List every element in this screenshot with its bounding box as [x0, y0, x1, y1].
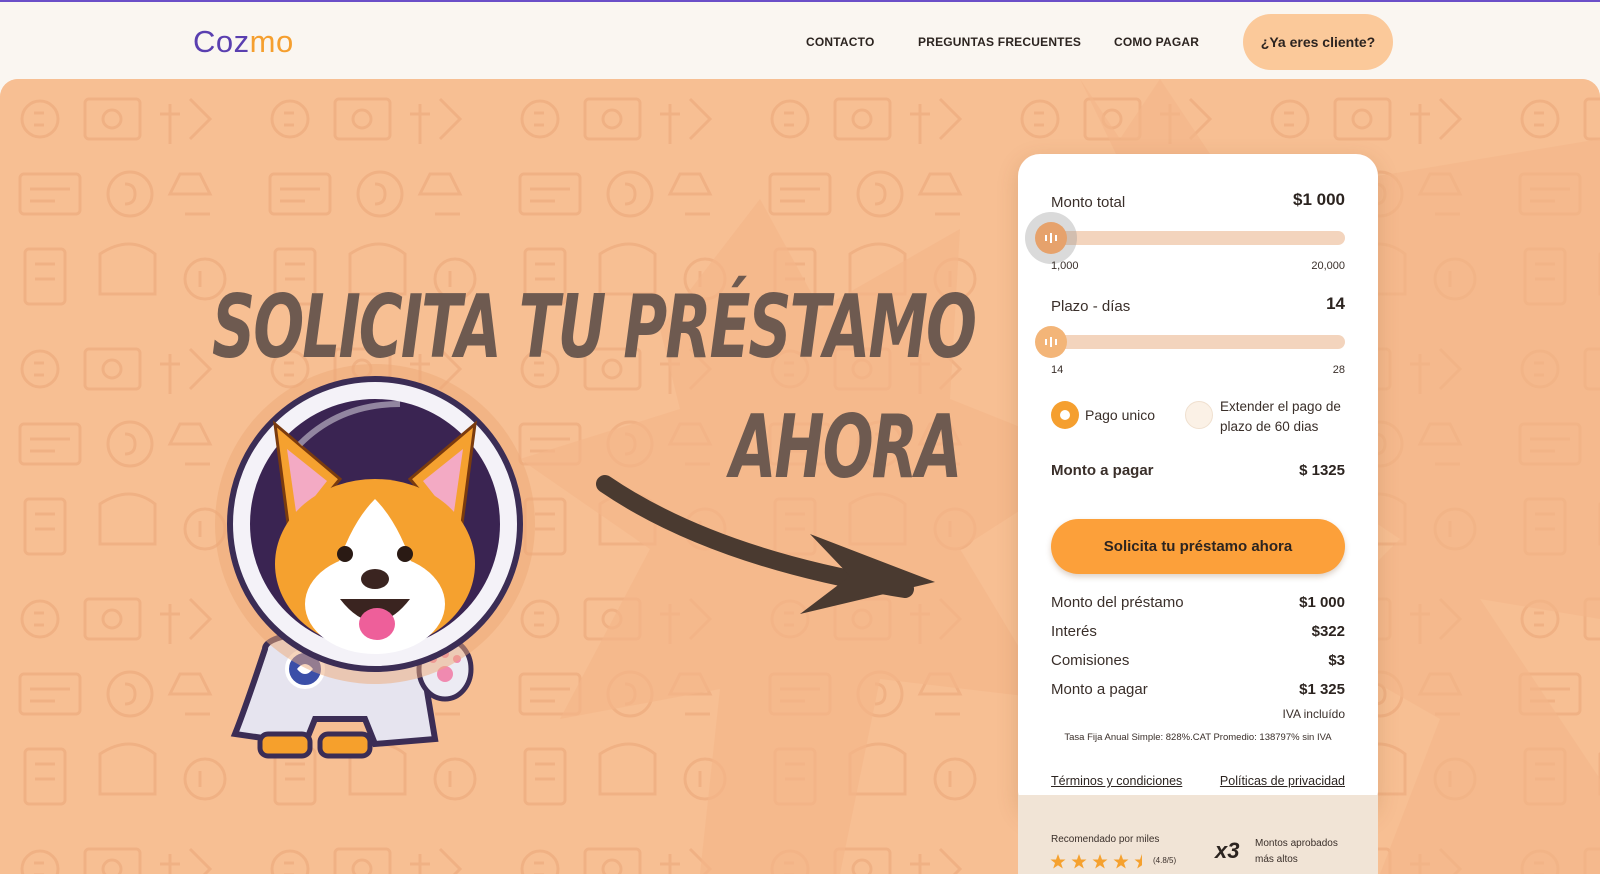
- breakdown-label-fees: Comisiones: [1051, 652, 1130, 669]
- site-header: Cozmo CONTACTO PREGUNTAS FRECUENTES COMO…: [0, 2, 1600, 79]
- amount-label: Monto total: [1051, 194, 1126, 211]
- rate-disclosure: Tasa Fija Anual Simple: 828%.CAT Promedi…: [1064, 732, 1332, 743]
- slider-grip-icon: [1045, 337, 1057, 347]
- payment-option-single-radio[interactable]: [1051, 401, 1079, 429]
- apply-loan-button[interactable]: Solicita tu préstamo ahora: [1051, 519, 1345, 574]
- breakdown-value-fees: $3: [1328, 652, 1345, 669]
- pointing-arrow-illustration: [596, 475, 935, 614]
- payment-option-single-label[interactable]: Pago unico: [1085, 407, 1155, 423]
- amount-value: $1 000: [1293, 190, 1345, 209]
- to-pay-label: Monto a pagar: [1051, 462, 1154, 479]
- term-slider-thumb[interactable]: [1035, 326, 1067, 358]
- breakdown-value-loan: $1 000: [1299, 594, 1345, 611]
- term-min-label: 14: [1051, 364, 1064, 376]
- amount-max-label: 20,000: [1311, 260, 1345, 272]
- amount-min-label: 1,000: [1051, 260, 1079, 272]
- payment-option-extend-radio[interactable]: [1185, 401, 1213, 429]
- breakdown-value-interest: $322: [1311, 623, 1345, 640]
- recommended-text: Recomendado por miles: [1051, 834, 1160, 845]
- breakdown-value-total: $1 325: [1299, 681, 1345, 698]
- term-max-label: 28: [1332, 364, 1345, 376]
- amount-slider-thumb[interactable]: [1035, 222, 1067, 254]
- corgi-astronaut-illustration: [215, 364, 535, 759]
- nav-preguntas-frecuentes[interactable]: PREGUNTAS FRECUENTES: [918, 35, 1081, 49]
- rating-value: (4.8/5): [1153, 856, 1177, 865]
- slider-grip-icon: [1045, 233, 1057, 243]
- to-pay-value: $ 1325: [1299, 462, 1345, 479]
- iva-note: IVA incluído: [1282, 707, 1345, 721]
- privacy-link[interactable]: Políticas de privacidad: [1206, 774, 1345, 788]
- nav-como-pagar[interactable]: COMO PAGAR: [1114, 35, 1199, 49]
- rating-stars-icon: [1050, 854, 1142, 869]
- term-value: 14: [1326, 294, 1345, 313]
- client-login-button[interactable]: ¿Ya eres cliente?: [1243, 14, 1393, 70]
- nav-contacto[interactable]: CONTACTO: [806, 35, 875, 49]
- breakdown-label-total: Monto a pagar: [1051, 681, 1148, 698]
- breakdown-label-loan: Monto del préstamo: [1051, 594, 1184, 611]
- breakdown-label-interest: Interés: [1051, 623, 1097, 640]
- payment-option-extend-label[interactable]: Extender el pago de plazo de 60 dias: [1220, 397, 1350, 437]
- cozmo-logo[interactable]: Cozmo: [193, 24, 294, 60]
- approved-amounts-note: Montos aprobados más altos: [1255, 838, 1338, 865]
- amount-slider-track[interactable]: [1050, 231, 1345, 245]
- term-label: Plazo - días: [1051, 298, 1131, 315]
- multiplier-badge: x3: [1215, 838, 1240, 863]
- term-slider-track[interactable]: [1050, 335, 1345, 349]
- terms-link[interactable]: Términos y condiciones: [1051, 774, 1182, 788]
